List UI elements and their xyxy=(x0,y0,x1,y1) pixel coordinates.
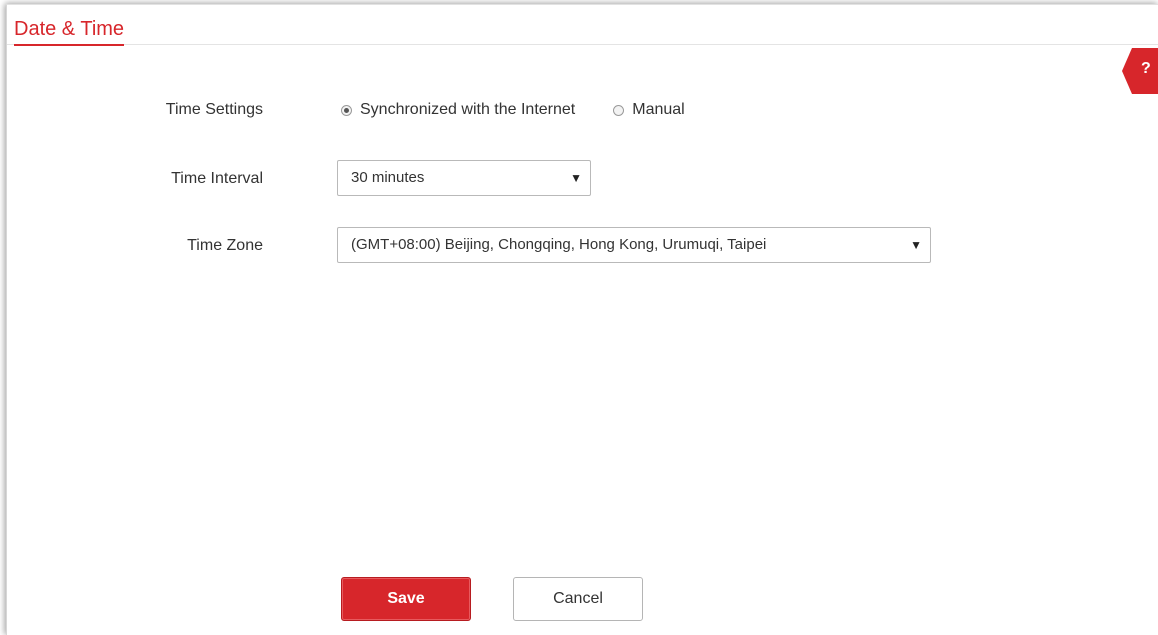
radio-manual[interactable]: Manual xyxy=(613,100,685,120)
time-interval-select[interactable]: 30 minutes ▼ xyxy=(337,160,591,196)
time-settings-radio-group: Synchronized with the Internet Manual xyxy=(341,100,685,120)
cancel-button[interactable]: Cancel xyxy=(513,577,643,621)
radio-sync-internet[interactable]: Synchronized with the Internet xyxy=(341,100,575,120)
time-zone-row: Time Zone (GMT+08:00) Beijing, Chongqing… xyxy=(7,227,1107,263)
radio-manual-label: Manual xyxy=(632,101,685,118)
time-zone-value: (GMT+08:00) Beijing, Chongqing, Hong Kon… xyxy=(351,236,767,253)
radio-sync-internet-label: Synchronized with the Internet xyxy=(360,101,576,118)
time-settings-row: Time Settings Synchronized with the Inte… xyxy=(7,91,1107,127)
time-interval-row: Time Interval 30 minutes ▼ xyxy=(7,160,1107,196)
dropdown-arrow-icon: ▼ xyxy=(570,171,582,185)
radio-manual-indicator[interactable] xyxy=(613,104,625,116)
save-button[interactable]: Save xyxy=(341,577,471,621)
time-interval-label: Time Interval xyxy=(171,170,263,187)
time-zone-select[interactable]: (GMT+08:00) Beijing, Chongqing, Hong Kon… xyxy=(337,227,931,263)
title-bar: Date & Time xyxy=(7,5,1158,46)
help-glyph: ? xyxy=(1141,60,1151,77)
help-icon xyxy=(1122,48,1158,94)
help-button[interactable]: ? xyxy=(1122,48,1158,94)
time-settings-label: Time Settings xyxy=(165,101,263,118)
time-zone-label: Time Zone xyxy=(187,237,263,254)
radio-sync-internet-indicator[interactable] xyxy=(341,104,352,116)
time-interval-value: 30 minutes xyxy=(351,169,425,186)
page-title: Date & Time xyxy=(14,17,125,46)
dropdown-arrow-icon: ▼ xyxy=(910,238,922,252)
settings-panel: Date & Time ? Time Settings Synchronized… xyxy=(6,4,1158,635)
